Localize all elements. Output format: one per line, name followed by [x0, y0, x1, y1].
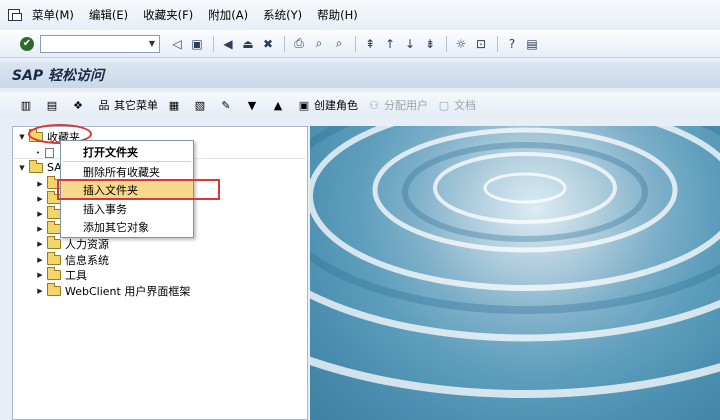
expanded-toggle-icon[interactable]: ▼ — [17, 164, 27, 172]
delete-favorite-button[interactable]: ▧ — [192, 97, 210, 113]
tree-node-human-resources[interactable]: ▶ 人力资源 — [35, 235, 109, 251]
assign-user-icon: ⚇ — [369, 98, 379, 112]
system-menu-icon[interactable] — [6, 7, 24, 23]
menu-bar: 菜单(M) 编辑(E) 收藏夹(F) 附加(A) 系统(Y) 帮助(H) — [0, 0, 720, 30]
triangle-up-icon: ▲ — [273, 98, 283, 112]
exit-icon[interactable]: ⏏ — [239, 35, 257, 53]
favorites-folder-icon: ❖ — [73, 98, 83, 112]
collapsed-toggle-icon[interactable]: ▶ — [35, 195, 45, 203]
tree-node-webclient[interactable]: ▶ WebClient 用户界面框架 — [35, 282, 191, 298]
delete-favorite-icon: ▧ — [194, 98, 206, 112]
create-role-icon: ▣ — [298, 98, 310, 112]
next-page-icon[interactable]: ↓ — [401, 35, 419, 53]
collapsed-toggle-icon[interactable]: ▶ — [35, 240, 45, 248]
folder-icon — [29, 159, 43, 173]
tree-node-tools[interactable]: ▶ 工具 — [35, 266, 87, 282]
find-next-icon[interactable]: ⌕ — [330, 35, 348, 53]
collapsed-toggle-icon[interactable]: ▶ — [35, 256, 45, 264]
collapsed-toggle-icon[interactable]: ▶ — [35, 271, 45, 279]
triangle-down-icon: ▼ — [247, 98, 257, 112]
toolbar-divider — [284, 35, 285, 52]
favorites-button[interactable]: ❖ — [70, 97, 88, 113]
folder-icon — [47, 235, 61, 249]
menu-extras[interactable]: 附加(A) — [208, 7, 248, 23]
menu-delete-all-favorites[interactable]: 删除所有收藏夹 — [61, 163, 193, 180]
other-menu-button[interactable]: 品 其它菜单 — [96, 97, 159, 113]
menu-menu[interactable]: 菜单(M) — [32, 7, 74, 23]
print-icon[interactable]: ⎙ — [290, 35, 308, 53]
title-bar: SAP 轻松访问 — [0, 62, 720, 88]
layout-menu-icon[interactable]: ▤ — [523, 35, 541, 53]
menu-open-folder[interactable]: 打开文件夹 — [61, 143, 193, 160]
enter-check-icon[interactable]: ✔ — [20, 36, 34, 51]
water-ripple-image — [310, 126, 720, 420]
menu-divider — [63, 161, 191, 162]
ripple-rings — [310, 126, 720, 398]
tree-node-label: 工具 — [65, 268, 87, 282]
folder-icon — [47, 282, 61, 296]
add-to-favorites-button[interactable]: ▦ — [166, 97, 184, 113]
move-down-button[interactable]: ▼ — [244, 97, 262, 113]
chevron-down-icon[interactable]: ▼ — [145, 36, 159, 52]
assign-user-button[interactable]: ⚇ 分配用户 — [366, 97, 428, 113]
menu-edit[interactable]: 编辑(E) — [89, 7, 128, 23]
pencil-icon: ✎ — [221, 98, 231, 112]
find-icon[interactable]: ⌕ — [310, 35, 328, 53]
first-page-icon[interactable]: ⇞ — [361, 35, 379, 53]
tree-icon: 品 — [98, 99, 110, 112]
toolbar-divider — [446, 35, 447, 52]
folder-icon — [47, 220, 61, 234]
menu-icon-button[interactable]: ▥ — [18, 97, 36, 113]
change-favorite-button[interactable]: ✎ — [218, 97, 236, 113]
documentation-button[interactable]: ▢ 文档 — [436, 97, 476, 113]
previous-page-icon[interactable]: ↑ — [381, 35, 399, 53]
cancel-icon[interactable]: ✖ — [259, 35, 277, 53]
user-menu-button[interactable]: ▤ — [44, 97, 62, 113]
tree-node-label: 信息系统 — [65, 253, 109, 267]
bullet-icon: • — [35, 148, 41, 157]
tree-node-label: WebClient 用户界面框架 — [65, 284, 191, 298]
menu-system[interactable]: 系统(Y) — [263, 7, 302, 23]
document-icon: ▢ — [438, 98, 450, 112]
collapsed-toggle-icon[interactable]: ▶ — [35, 180, 45, 188]
back-arrow-icon[interactable]: ◁ — [168, 35, 186, 53]
annotation-box — [57, 179, 220, 200]
user-menu-icon: ▤ — [46, 98, 58, 112]
new-session-icon[interactable]: ☼ — [452, 35, 470, 53]
last-page-icon[interactable]: ⇟ — [421, 35, 439, 53]
menu-insert-transaction[interactable]: 插入事务 — [61, 200, 193, 217]
folder-icon — [47, 205, 61, 219]
collapsed-toggle-icon[interactable]: ▶ — [35, 210, 45, 218]
tree-node-information-systems[interactable]: ▶ 信息系统 — [35, 251, 109, 267]
folder-icon — [47, 251, 61, 265]
toolbar-divider — [355, 35, 356, 52]
documentation-label: 文档 — [454, 99, 476, 112]
toolbar-divider — [497, 35, 498, 52]
application-toolbar: ▥ ▤ ❖ 品 其它菜单 ▦ ▧ ✎ ▼ ▲ ▣ 创建角色 ⚇ 分配用户 ▢ 文… — [0, 92, 720, 118]
page-title: SAP 轻松访问 — [12, 68, 105, 84]
create-role-label: 创建角色 — [314, 99, 358, 112]
shortcut-icon[interactable]: ⊡ — [472, 35, 490, 53]
folder-icon — [47, 266, 61, 280]
other-menu-label: 其它菜单 — [114, 99, 158, 112]
move-up-button[interactable]: ▲ — [270, 97, 288, 113]
collapsed-toggle-icon[interactable]: ▶ — [35, 287, 45, 295]
menu-help[interactable]: 帮助(H) — [317, 7, 358, 23]
expanded-toggle-icon[interactable]: ▼ — [17, 133, 27, 141]
menu-add-other-objects[interactable]: 添加其它对象 — [61, 218, 193, 235]
save-icon[interactable]: ▣ — [188, 35, 206, 53]
add-favorite-icon: ▦ — [168, 98, 180, 112]
assign-user-label: 分配用户 — [384, 99, 428, 112]
sap-menu-icon: ▥ — [20, 98, 32, 112]
collapsed-toggle-icon[interactable]: ▶ — [35, 225, 45, 233]
back-icon[interactable]: ◀ — [219, 35, 237, 53]
document-icon — [45, 147, 54, 158]
menu-favorites[interactable]: 收藏夹(F) — [143, 7, 193, 23]
command-field[interactable]: ▼ — [40, 34, 160, 53]
toolbar-divider — [213, 35, 214, 52]
create-role-button[interactable]: ▣ 创建角色 — [296, 97, 358, 113]
standard-toolbar: ✔ ▼ ◁ ▣ ◀ ⏏ ✖ ⎙ ⌕ ⌕ ⇞ ↑ ↓ ⇟ ☼ ⊡ ? ▤ — [0, 30, 720, 58]
help-icon[interactable]: ? — [503, 35, 521, 53]
